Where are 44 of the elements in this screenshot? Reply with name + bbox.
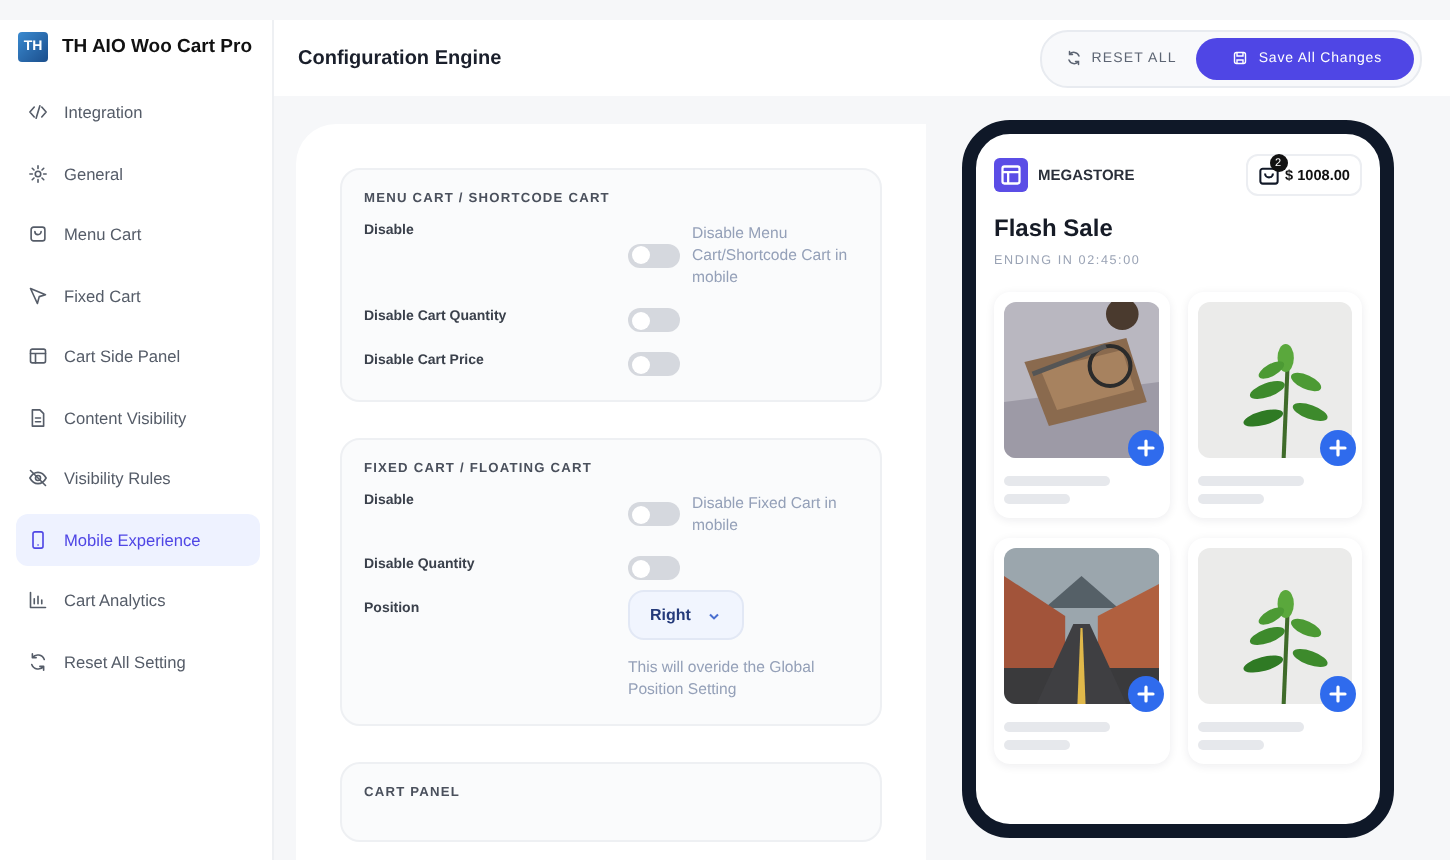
reset-icon (28, 651, 48, 671)
gear-icon (28, 163, 48, 183)
sidebar-item[interactable]: General (16, 147, 260, 199)
eyeoff-icon (28, 468, 48, 488)
toggle-switch[interactable] (628, 308, 680, 332)
page-title: Configuration Engine (298, 47, 502, 69)
placeholder-line (1004, 740, 1070, 750)
placeholder-line (1004, 494, 1070, 504)
sidebar-item[interactable]: Fixed Cart (16, 269, 260, 321)
sidebar-item[interactable]: Content Visibility (16, 391, 260, 443)
bag-icon (1257, 164, 1280, 186)
sale-heading: Flash Sale (994, 214, 1115, 242)
product-card[interactable] (994, 538, 1169, 764)
refresh-icon (1065, 50, 1082, 66)
sidebar-item[interactable]: Visibility Rules (16, 452, 260, 504)
toggle-switch[interactable] (628, 243, 680, 267)
placeholder-line (1197, 740, 1263, 750)
layout-icon (28, 346, 48, 366)
placeholder-line (1004, 476, 1110, 486)
sidebar-item[interactable]: Menu Cart (16, 208, 260, 260)
store-logo-icon (994, 158, 1028, 192)
sidebar-item[interactable]: Cart Side Panel (16, 330, 260, 382)
placeholder-line (1197, 494, 1263, 504)
pointer-icon (28, 285, 48, 305)
placeholder-line (1197, 722, 1303, 732)
code-icon (28, 102, 48, 122)
save-icon (1232, 50, 1249, 66)
sidebar-item[interactable]: Integration (16, 86, 260, 138)
add-icon[interactable] (1127, 676, 1163, 712)
toggle-switch[interactable] (628, 502, 680, 526)
chart-icon (28, 590, 48, 610)
phone-icon (28, 529, 48, 549)
product-card[interactable] (994, 292, 1169, 518)
position-select[interactable]: Right (628, 590, 745, 640)
sidebar-item[interactable]: Mobile Experience (16, 513, 260, 565)
sidebar-item[interactable]: Reset All Setting (16, 635, 260, 687)
toggle-switch[interactable] (628, 352, 680, 376)
sidebar-item[interactable]: Cart Analytics (16, 574, 260, 626)
doc-icon (28, 407, 48, 427)
toggle-switch[interactable] (628, 556, 680, 580)
bag-icon (28, 224, 48, 244)
app-name: TH AIO Woo Cart Pro (62, 36, 252, 58)
placeholder-line (1197, 476, 1303, 486)
placeholder-line (1004, 722, 1110, 732)
